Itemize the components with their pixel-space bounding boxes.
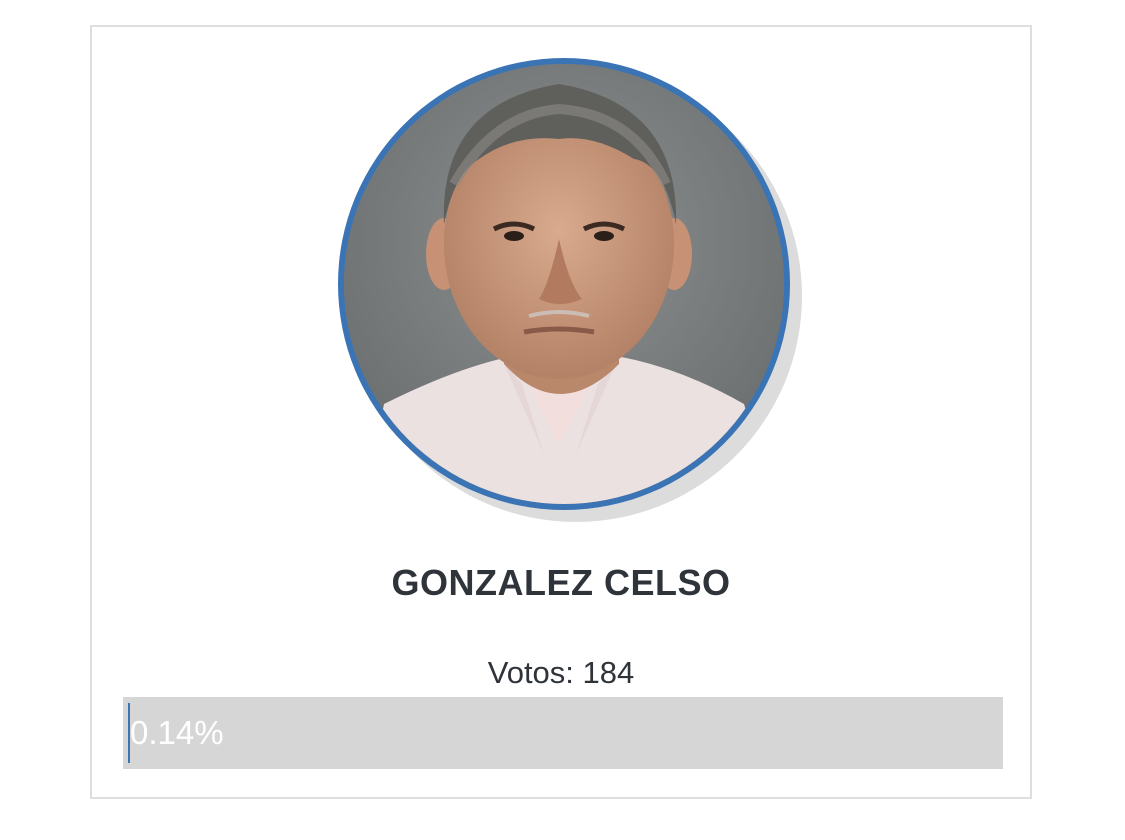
candidate-photo <box>344 64 784 504</box>
vote-share-label: 0.14% <box>130 714 224 751</box>
vote-share-bar: 0.14% <box>123 697 1003 769</box>
portrait-icon <box>344 64 784 504</box>
candidate-photo-frame <box>338 58 790 510</box>
candidate-card: GONZALEZ CELSO Votos: 184 0.14% <box>90 25 1032 799</box>
candidate-name: GONZALEZ CELSO <box>391 562 731 603</box>
candidate-votes: Votos: 184 <box>487 655 635 690</box>
